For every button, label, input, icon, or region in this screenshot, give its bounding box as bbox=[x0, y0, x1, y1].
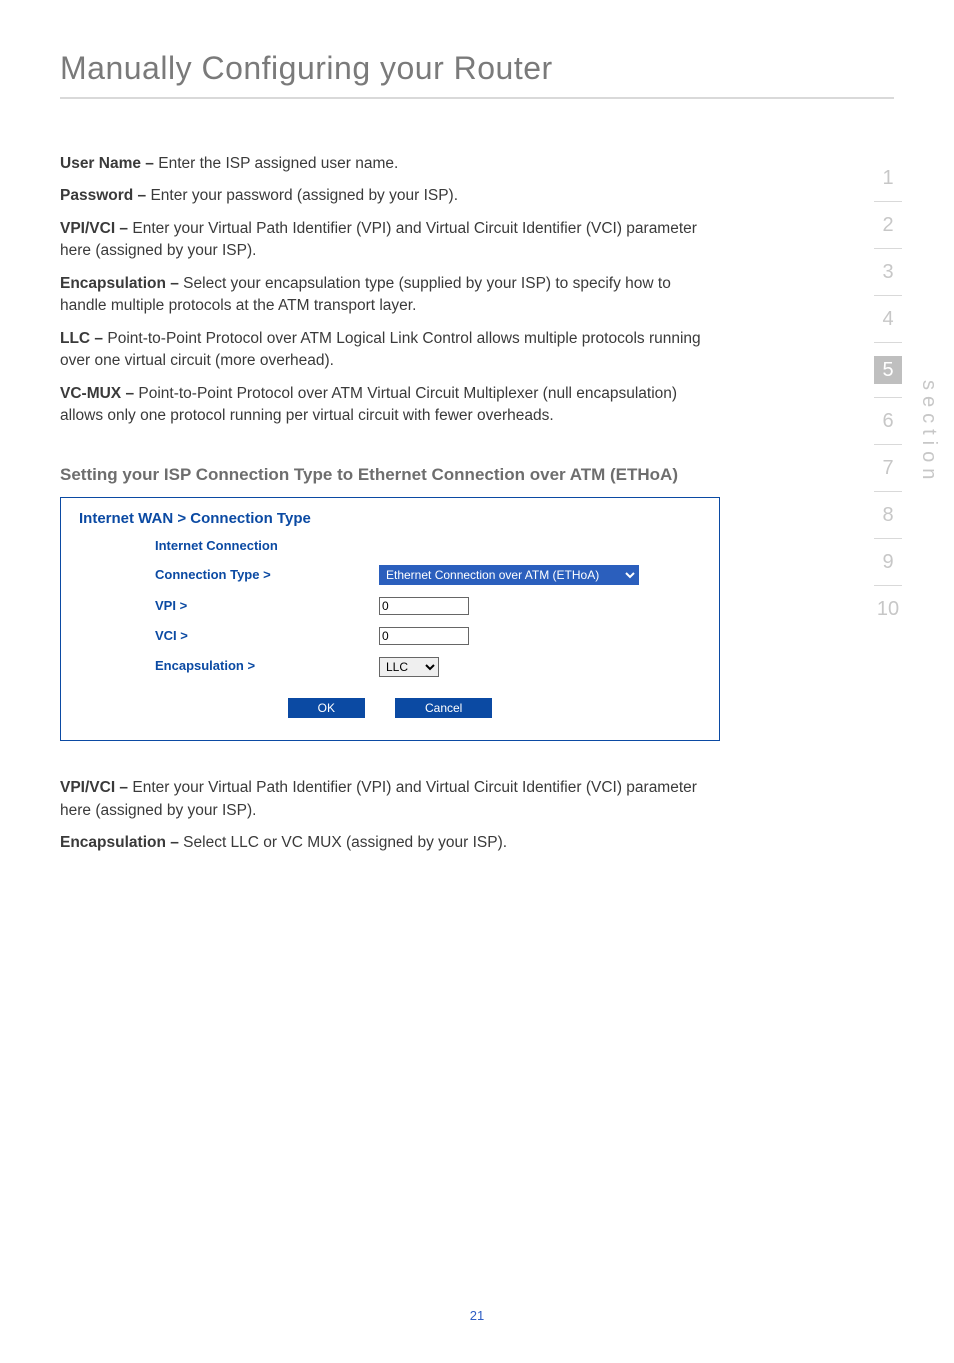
body-content: User Name – Enter the ISP assigned user … bbox=[0, 113, 820, 741]
section-index-9[interactable]: 9 bbox=[868, 539, 908, 585]
section-index-3[interactable]: 3 bbox=[868, 249, 908, 295]
vcmux-text: Point-to-Point Protocol over ATM Virtual… bbox=[60, 385, 677, 424]
lower-encapsulation-text: Select LLC or VC MUX (assigned by your I… bbox=[183, 834, 507, 851]
vci-input[interactable] bbox=[379, 627, 469, 645]
section-index-7[interactable]: 7 bbox=[868, 445, 908, 491]
llc-text: Point-to-Point Protocol over ATM Logical… bbox=[60, 330, 701, 369]
vpi-vci-label: VPI/VCI – bbox=[60, 220, 132, 237]
subheading: Setting your ISP Connection Type to Ethe… bbox=[60, 464, 720, 487]
section-index-6[interactable]: 6 bbox=[868, 398, 908, 444]
encapsulation-field-label: Encapsulation > bbox=[79, 657, 379, 676]
section-vertical-label: section bbox=[917, 380, 940, 485]
ok-button[interactable]: OK bbox=[288, 698, 365, 718]
section-index-8[interactable]: 8 bbox=[868, 492, 908, 538]
section-index-4[interactable]: 4 bbox=[868, 296, 908, 342]
section-index-2[interactable]: 2 bbox=[868, 202, 908, 248]
vpi-label: VPI > bbox=[79, 597, 379, 616]
lower-vpi-vci-text: Enter your Virtual Path Identifier (VPI)… bbox=[60, 779, 697, 818]
section-index-5[interactable]: 5 bbox=[874, 356, 902, 384]
section-index-10[interactable]: 10 bbox=[868, 586, 908, 632]
user-name-text: Enter the ISP assigned user name. bbox=[158, 155, 398, 172]
settings-panel: Internet WAN > Connection Type Internet … bbox=[60, 497, 720, 741]
lower-encapsulation-label: Encapsulation – bbox=[60, 834, 183, 851]
section-index-1[interactable]: 1 bbox=[868, 155, 908, 201]
connection-type-label: Connection Type > bbox=[79, 566, 379, 585]
vcmux-label: VC-MUX – bbox=[60, 385, 138, 402]
lower-vpi-vci-label: VPI/VCI – bbox=[60, 779, 132, 796]
vci-label: VCI > bbox=[79, 627, 379, 646]
section-index: 1 2 3 4 5 6 7 8 9 10 bbox=[868, 155, 908, 632]
encapsulation-label: Encapsulation – bbox=[60, 275, 183, 292]
cancel-button[interactable]: Cancel bbox=[395, 698, 492, 718]
title-rule bbox=[60, 97, 894, 99]
vpi-vci-text: Enter your Virtual Path Identifier (VPI)… bbox=[60, 220, 697, 259]
vpi-input[interactable] bbox=[379, 597, 469, 615]
lower-content: VPI/VCI – Enter your Virtual Path Identi… bbox=[0, 741, 820, 854]
internet-connection-heading: Internet Connection bbox=[79, 537, 379, 556]
panel-title: Internet WAN > Connection Type bbox=[79, 508, 701, 530]
password-label: Password – bbox=[60, 187, 150, 204]
encapsulation-select[interactable]: LLC bbox=[379, 657, 439, 677]
page-title: Manually Configuring your Router bbox=[60, 50, 894, 87]
password-text: Enter your password (assigned by your IS… bbox=[150, 187, 458, 204]
user-name-label: User Name – bbox=[60, 155, 158, 172]
page-number: 21 bbox=[0, 1308, 954, 1323]
llc-label: LLC – bbox=[60, 330, 107, 347]
connection-type-select[interactable]: Ethernet Connection over ATM (ETHoA) bbox=[379, 565, 639, 585]
